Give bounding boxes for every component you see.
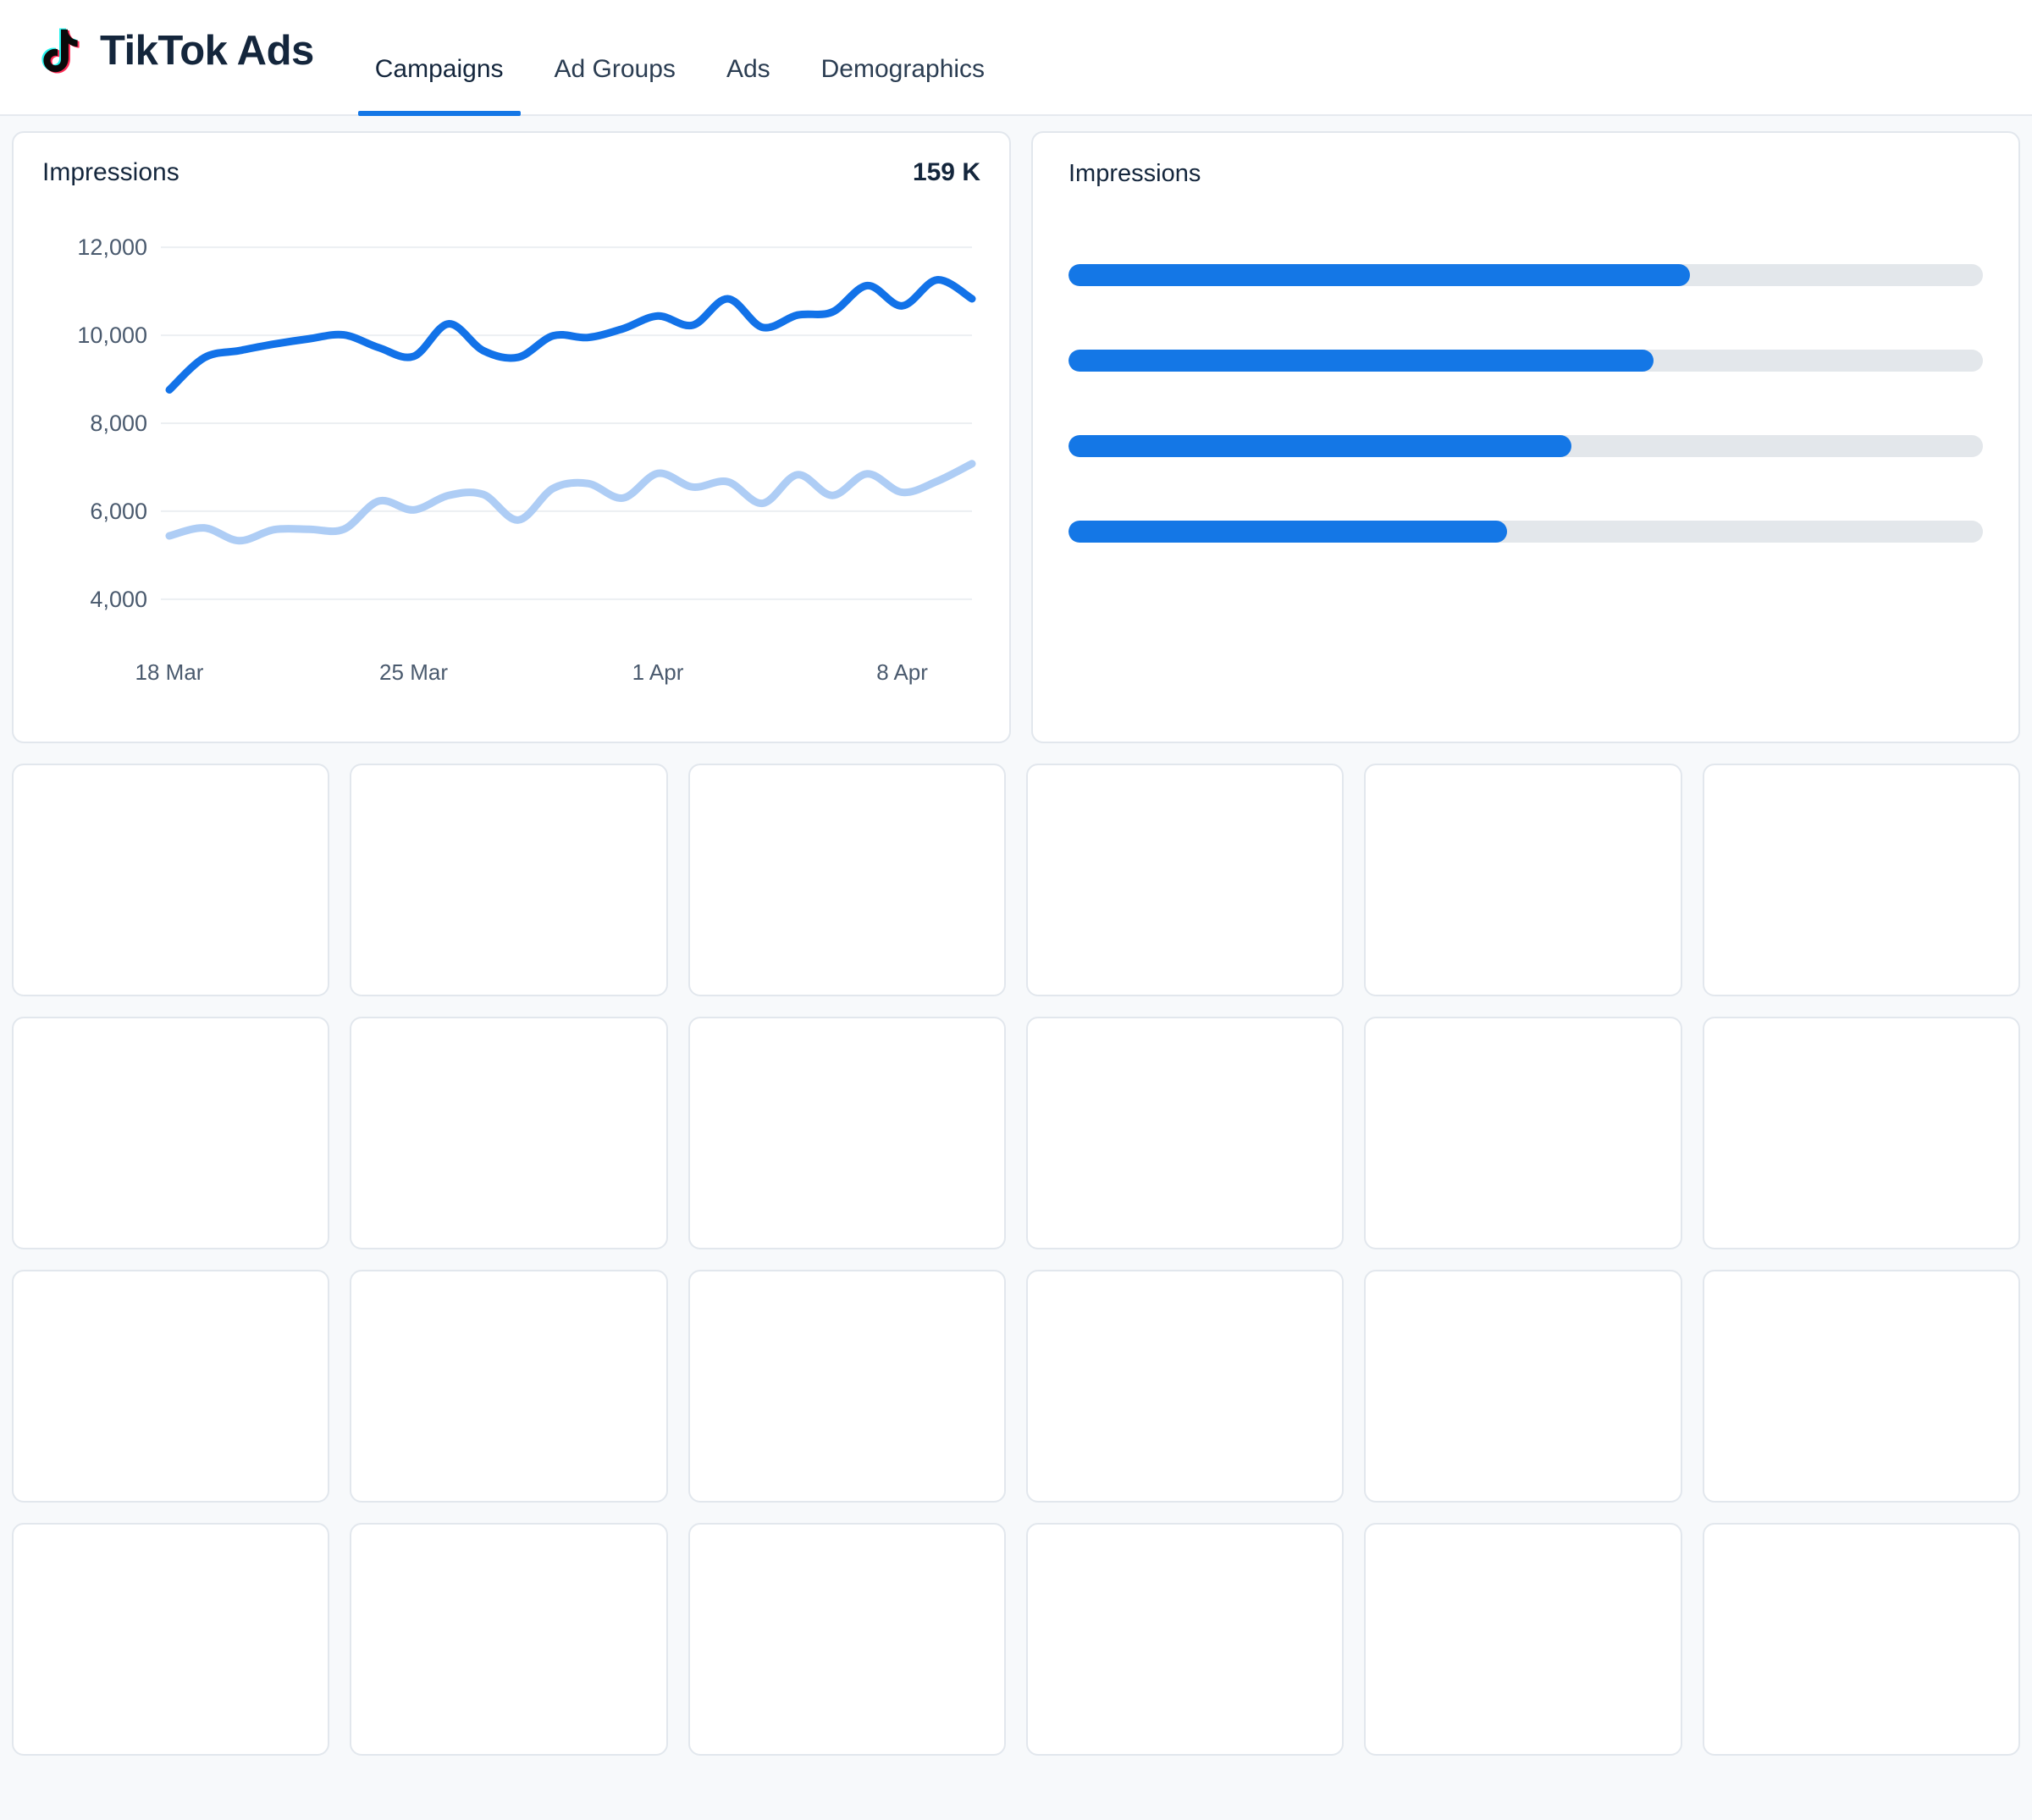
kpi-value (377, 1042, 640, 1224)
chart-title: Impressions (42, 158, 179, 186)
breakdown-title: Impressions (1068, 160, 1201, 187)
impressions-trend-card: Impressions 159 K 4,000 6,000 8,000 10,000 1… (12, 131, 1011, 743)
kpi-value (715, 1042, 979, 1224)
impressions-breakdown-card: Impressions (1031, 131, 2020, 743)
top-row: Impressions 159 K 4,000 6,000 8,000 10,000 1… (12, 131, 2020, 743)
kpi-value (1053, 1295, 1317, 1477)
kpi-card[interactable] (687, 1017, 1006, 1249)
kpi-card[interactable] (1364, 764, 1682, 996)
chart-x-axis: 18 Mar 25 Mar 1 Apr 8 Apr (42, 659, 980, 693)
tab-demographics[interactable]: Demographics (796, 55, 1010, 114)
kpi-card[interactable] (12, 1270, 330, 1503)
breakdown-item[interactable] (1068, 245, 1983, 286)
chart-total-value: 159 K (912, 158, 980, 186)
kpi-value (39, 1295, 302, 1477)
kpi-card[interactable] (1702, 1017, 2020, 1249)
breakdown-list (1068, 245, 1983, 543)
dashboard-body: Impressions 159 K 4,000 6,000 8,000 10,000 1… (0, 116, 2032, 1756)
kpi-card[interactable] (1364, 1270, 1682, 1503)
kpi-card[interactable] (12, 1017, 330, 1249)
kpi-card[interactable] (12, 764, 330, 996)
kpi-value (1730, 789, 1993, 971)
kpi-value (1053, 1042, 1317, 1224)
kpi-card[interactable] (687, 1523, 1006, 1756)
kpi-value (39, 1548, 302, 1730)
kpi-value (377, 1295, 640, 1477)
kpi-card[interactable] (1026, 1270, 1345, 1503)
kpi-value (39, 1042, 302, 1224)
kpi-card[interactable] (350, 764, 668, 996)
kpi-value (1730, 1548, 1993, 1730)
chart-x-tick-label: 8 Apr (876, 659, 928, 685)
kpi-value (715, 789, 979, 971)
kpi-card[interactable] (1026, 1523, 1345, 1756)
brand-zone: TikTok Ads (37, 26, 314, 114)
chart-plot-area: 4,000 6,000 8,000 10,000 12,000 18 Mar 25 Mar… (42, 216, 980, 690)
chart-x-tick-label: 18 Mar (135, 659, 204, 685)
kpi-card[interactable] (1364, 1523, 1682, 1756)
kpi-value (377, 789, 640, 971)
kpi-grid (12, 764, 2020, 1756)
breakdown-bar-fill (1068, 521, 1508, 543)
brand-title: TikTok Ads (100, 28, 314, 74)
kpi-value (1391, 1548, 1654, 1730)
tab-ad-groups[interactable]: Ad Groups (529, 55, 701, 114)
kpi-value (1391, 1295, 1654, 1477)
breakdown-item[interactable] (1068, 502, 1983, 543)
kpi-value (715, 1295, 979, 1477)
breakdown-bar-fill (1068, 350, 1654, 372)
kpi-card[interactable] (12, 1523, 330, 1756)
kpi-value (1730, 1295, 1993, 1477)
kpi-card[interactable] (1702, 764, 2020, 996)
breakdown-bar-fill (1068, 264, 1691, 286)
chart-x-tick-label: 25 Mar (379, 659, 448, 685)
breakdown-bar-track (1068, 521, 1983, 543)
breakdown-bar-track (1068, 264, 1983, 286)
breakdown-bar-track (1068, 435, 1983, 457)
impressions-line-chart[interactable]: 4,000 6,000 8,000 10,000 12,000 (42, 216, 984, 656)
kpi-value (1730, 1042, 1993, 1224)
tiktok-note-icon (37, 26, 81, 75)
chart-y-tick-label: 8,000 (90, 411, 147, 436)
main-nav: Campaigns Ad Groups Ads Demographics (350, 55, 1010, 116)
chart-y-tick-label: 12,000 (77, 234, 147, 260)
tab-ads[interactable]: Ads (701, 55, 796, 114)
chart-x-tick-label: 1 Apr (632, 659, 684, 685)
chart-y-tick-label: 6,000 (90, 499, 147, 524)
kpi-card[interactable] (1702, 1270, 2020, 1503)
kpi-card[interactable] (687, 764, 1006, 996)
breakdown-bar-track (1068, 350, 1983, 372)
chart-y-tick-label: 4,000 (90, 587, 147, 612)
kpi-value (1053, 1548, 1317, 1730)
kpi-card[interactable] (350, 1523, 668, 1756)
tab-campaigns[interactable]: Campaigns (350, 55, 529, 116)
breakdown-bar-fill (1068, 435, 1571, 457)
kpi-card[interactable] (350, 1270, 668, 1503)
chart-header: Impressions 159 K (42, 158, 980, 187)
chart-y-tick-label: 10,000 (77, 323, 147, 348)
breakdown-item[interactable] (1068, 416, 1983, 457)
chart-line-series (165, 460, 976, 545)
kpi-card[interactable] (1702, 1523, 2020, 1756)
kpi-card[interactable] (1026, 764, 1345, 996)
kpi-card[interactable] (687, 1270, 1006, 1503)
kpi-card[interactable] (1026, 1017, 1345, 1249)
kpi-value (39, 789, 302, 971)
kpi-value (1391, 789, 1654, 971)
kpi-value (715, 1548, 979, 1730)
app-header: TikTok Ads Campaigns Ad Groups Ads Demog… (0, 0, 2032, 116)
kpi-card[interactable] (350, 1017, 668, 1249)
kpi-card[interactable] (1364, 1017, 1682, 1249)
kpi-value (377, 1548, 640, 1730)
kpi-value (1391, 1042, 1654, 1224)
kpi-value (1053, 789, 1317, 971)
breakdown-item[interactable] (1068, 331, 1983, 372)
